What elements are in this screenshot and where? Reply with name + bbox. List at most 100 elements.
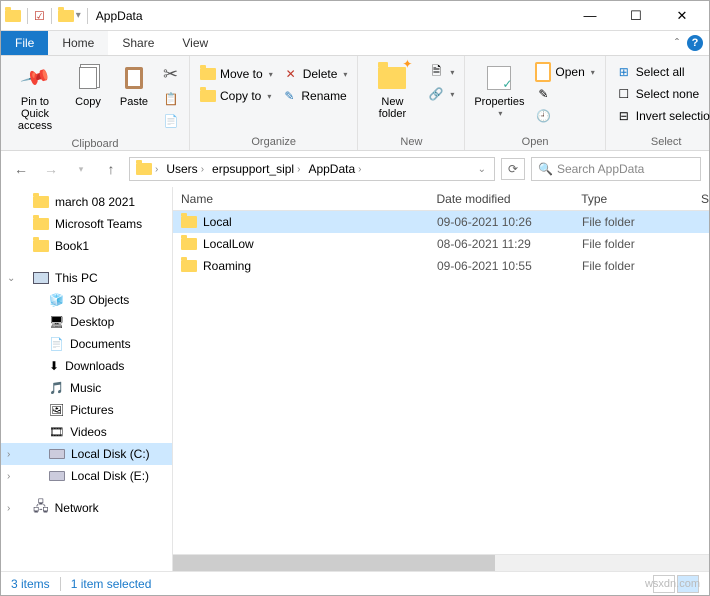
breadcrumb-root-icon <box>136 163 152 175</box>
new-item-button[interactable]: 🗎▾ <box>424 62 458 82</box>
paste-icon <box>125 67 143 89</box>
forward-button[interactable]: → <box>39 157 63 181</box>
file-rows: Local09-06-2021 10:26File folderLocalLow… <box>173 211 709 554</box>
nav-item[interactable]: ⬇Downloads <box>1 355 172 377</box>
refresh-button[interactable]: ⟳ <box>501 158 525 180</box>
rename-button[interactable]: ✎Rename <box>277 86 350 106</box>
nav-item[interactable]: 📄Documents <box>1 333 172 355</box>
open-button[interactable]: Open▾ <box>531 62 598 82</box>
recent-locations-button[interactable]: ▾ <box>69 157 93 181</box>
tab-share[interactable]: Share <box>108 31 168 55</box>
navigation-pane[interactable]: march 08 2021 Microsoft Teams Book1 ⌄Thi… <box>1 187 173 571</box>
column-date[interactable]: Date modified <box>437 192 582 206</box>
breadcrumb-dropdown-icon[interactable]: ⌄ <box>472 164 492 175</box>
nav-item[interactable]: ›Local Disk (E:) <box>1 465 172 487</box>
column-headers[interactable]: Name Date modified Type S <box>173 187 709 211</box>
folder-icon <box>33 196 49 208</box>
expand-icon[interactable]: ⌄ <box>7 273 15 284</box>
select-all-button[interactable]: ⊞Select all <box>612 62 710 82</box>
desktop-icon: 🖥 <box>49 315 64 329</box>
tab-view[interactable]: View <box>168 31 222 55</box>
group-clipboard: 📌 Pin to Quick access Copy Paste ✂ 📋 📄 C… <box>1 56 190 150</box>
breadcrumb-bar[interactable]: › Users› erpsupport_sipl› AppData› ⌄ <box>129 157 495 181</box>
folder-icon <box>33 240 49 252</box>
file-row[interactable]: LocalLow08-06-2021 11:29File folder <box>173 233 709 255</box>
qat-folder-icon[interactable] <box>58 10 74 22</box>
address-bar: ← → ▾ ↑ › Users› erpsupport_sipl› AppDat… <box>1 151 709 187</box>
new-folder-button[interactable]: ✦ New folder <box>364 58 420 124</box>
group-label-new: New <box>364 134 458 150</box>
paste-button[interactable]: Paste <box>113 58 155 112</box>
cut-button[interactable]: ✂ <box>159 62 183 87</box>
paste-shortcut-button[interactable]: 📄 <box>159 111 183 131</box>
copy-path-icon: 📋 <box>163 91 179 107</box>
easy-access-button[interactable]: 🔗▾ <box>424 84 458 104</box>
expand-icon[interactable]: › <box>7 503 10 514</box>
search-input[interactable]: 🔍 Search AppData <box>531 157 701 181</box>
nav-item[interactable]: 🎵Music <box>1 377 172 399</box>
paste-shortcut-icon: 📄 <box>163 113 179 129</box>
up-button[interactable]: ↑ <box>99 157 123 181</box>
history-button[interactable]: 🕘 <box>531 106 598 126</box>
tab-file[interactable]: File <box>1 31 48 55</box>
nav-item[interactable]: Book1 <box>1 235 172 257</box>
breadcrumb-item[interactable]: AppData› <box>304 162 365 176</box>
history-icon: 🕘 <box>535 108 551 124</box>
pictures-icon: 🖼 <box>49 403 64 417</box>
file-name: Local <box>203 215 232 229</box>
nav-item[interactable]: Microsoft Teams <box>1 213 172 235</box>
column-size[interactable]: S <box>701 192 709 206</box>
move-to-icon <box>200 66 216 82</box>
move-to-button[interactable]: Move to▾ <box>196 64 277 84</box>
expand-icon[interactable]: › <box>7 471 10 482</box>
invert-selection-button[interactable]: ⊟Invert selection <box>612 106 710 126</box>
properties-icon <box>487 66 511 90</box>
file-row[interactable]: Roaming09-06-2021 10:55File folder <box>173 255 709 277</box>
tab-home[interactable]: Home <box>48 31 108 55</box>
select-none-button[interactable]: ☐Select none <box>612 84 710 104</box>
edit-icon: ✎ <box>535 86 551 102</box>
pin-to-quick-access-button[interactable]: 📌 Pin to Quick access <box>7 58 63 136</box>
expand-icon[interactable]: › <box>7 449 10 460</box>
nav-item[interactable]: march 08 2021 <box>1 191 172 213</box>
horizontal-scrollbar[interactable] <box>173 554 709 571</box>
invert-selection-icon: ⊟ <box>616 108 632 124</box>
breadcrumb-item[interactable]: erpsupport_sipl› <box>208 162 304 176</box>
group-label-organize: Organize <box>196 134 351 150</box>
delete-button[interactable]: ✕Delete▾ <box>279 64 352 84</box>
select-none-icon: ☐ <box>616 86 632 102</box>
music-icon: 🎵 <box>49 381 64 395</box>
cut-icon: ✂ <box>163 64 178 85</box>
file-date: 09-06-2021 10:55 <box>437 259 582 273</box>
column-name[interactable]: Name <box>181 192 437 206</box>
nav-item[interactable]: 🖼Pictures <box>1 399 172 421</box>
nav-item-selected[interactable]: ›Local Disk (C:) <box>1 443 172 465</box>
minimize-button[interactable]: ― <box>567 2 613 30</box>
qat-checkbox-icon[interactable]: ☑ <box>34 9 45 23</box>
ribbon: 📌 Pin to Quick access Copy Paste ✂ 📋 📄 C… <box>1 56 709 151</box>
drive-icon <box>49 471 65 481</box>
file-row[interactable]: Local09-06-2021 10:26File folder <box>173 211 709 233</box>
nav-item[interactable]: 🖥Desktop <box>1 311 172 333</box>
copy-path-button[interactable]: 📋 <box>159 89 183 109</box>
edit-button[interactable]: ✎ <box>531 84 598 104</box>
nav-this-pc[interactable]: ⌄This PC <box>1 267 172 289</box>
help-icon[interactable]: ? <box>687 35 703 51</box>
close-button[interactable]: ✕ <box>659 2 705 30</box>
folder-icon <box>181 216 197 228</box>
copy-to-button[interactable]: Copy to▾ <box>196 86 275 106</box>
pin-icon: 📌 <box>19 62 52 94</box>
nav-item[interactable]: 🧊3D Objects <box>1 289 172 311</box>
column-type[interactable]: Type <box>581 192 701 206</box>
maximize-button[interactable]: ☐ <box>613 2 659 30</box>
nav-item[interactable]: 🎞Videos <box>1 421 172 443</box>
watermark: wsxdn.com <box>645 578 700 590</box>
group-label-select: Select <box>612 134 710 150</box>
nav-network[interactable]: ›🖧Network <box>1 497 172 519</box>
copy-button[interactable]: Copy <box>67 58 109 112</box>
breadcrumb-item[interactable]: Users› <box>162 162 208 176</box>
collapse-ribbon-icon[interactable]: ˆ <box>675 36 679 50</box>
back-button[interactable]: ← <box>9 157 33 181</box>
properties-button[interactable]: Properties▾ <box>471 58 527 123</box>
status-bar: 3 items 1 item selected <box>1 571 709 595</box>
